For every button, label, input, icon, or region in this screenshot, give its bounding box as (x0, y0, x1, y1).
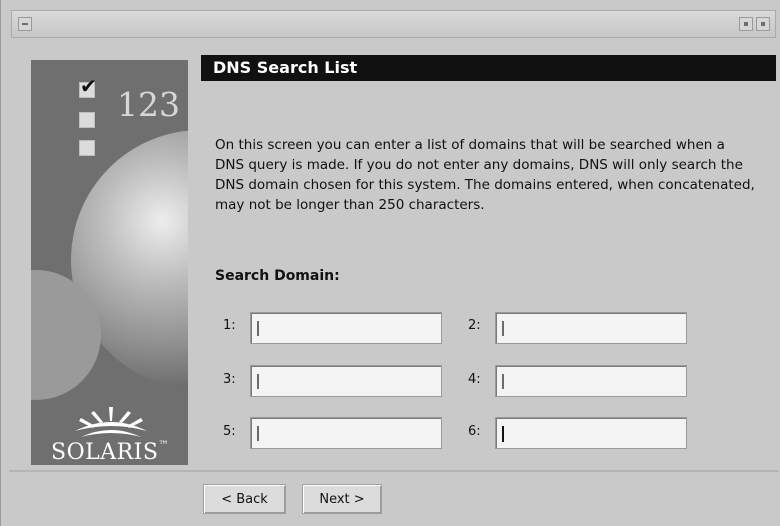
solaris-logo: SOLARIS™ (51, 440, 169, 465)
text-caret (257, 321, 259, 336)
checked-box-icon: ✔ (79, 74, 97, 98)
domain-5-label: 5: (223, 424, 236, 439)
text-caret (502, 426, 504, 442)
domain-6-input[interactable] (496, 418, 686, 448)
domain-2-label: 2: (468, 318, 481, 333)
page-header: DNS Search List (201, 55, 776, 81)
text-caret (257, 426, 259, 441)
domain-1-input[interactable] (251, 313, 441, 343)
domain-2-field[interactable] (495, 312, 687, 344)
title-bar[interactable] (11, 10, 776, 38)
domain-3-field[interactable] (250, 365, 442, 397)
maximize-icon[interactable] (756, 17, 770, 31)
domain-1-field[interactable] (250, 312, 442, 344)
logo-text: SOLARIS (51, 440, 159, 465)
domain-4-input[interactable] (496, 366, 686, 396)
domain-3-input[interactable] (251, 366, 441, 396)
domain-6-label: 6: (468, 424, 481, 439)
domain-3-label: 3: (223, 372, 236, 387)
back-button[interactable]: < Back (203, 484, 286, 514)
minimize-icon[interactable] (739, 17, 753, 31)
page-title: DNS Search List (213, 58, 358, 77)
text-caret (502, 321, 504, 336)
window-menu-icon[interactable] (18, 17, 32, 31)
domain-4-field[interactable] (495, 365, 687, 397)
empty-box-icon (79, 112, 95, 128)
empty-box-icon (79, 140, 95, 156)
footer-divider (9, 470, 779, 472)
domain-5-input[interactable] (251, 418, 441, 448)
steps-numeral: 123 (117, 85, 180, 124)
domain-5-field[interactable] (250, 417, 442, 449)
installer-sidebar: 123 ✔ SOLARIS™ (31, 60, 188, 465)
domain-2-input[interactable] (496, 313, 686, 343)
next-button[interactable]: Next > (302, 484, 382, 514)
sun-logo-icon (75, 407, 147, 437)
page-description: On this screen you can enter a list of d… (215, 137, 755, 213)
domain-1-label: 1: (223, 318, 236, 333)
installer-window: 123 ✔ SOLARIS™ DNS Search List On this s… (0, 0, 780, 526)
domain-4-label: 4: (468, 372, 481, 387)
text-caret (257, 374, 259, 389)
text-caret (502, 374, 504, 389)
domain-6-field[interactable] (495, 417, 687, 449)
logo-trademark: ™ (158, 440, 169, 451)
search-domain-label: Search Domain: (215, 268, 340, 284)
